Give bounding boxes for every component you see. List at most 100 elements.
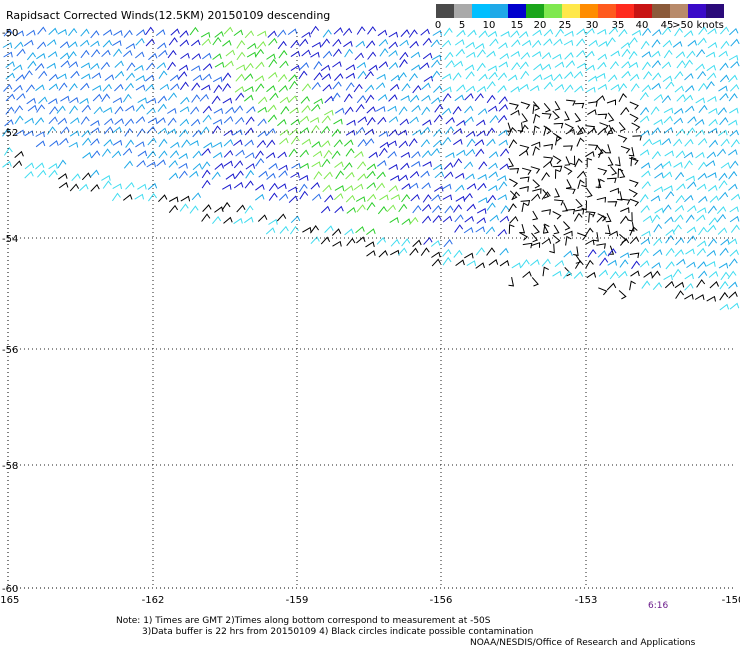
wind-barb bbox=[331, 150, 341, 159]
wind-barb bbox=[266, 53, 276, 60]
wind-barb bbox=[288, 195, 299, 203]
wind-barb bbox=[455, 172, 465, 179]
wind-barb bbox=[606, 99, 616, 106]
wind-barb bbox=[576, 28, 586, 35]
wind-barb bbox=[652, 28, 662, 37]
wind-barb bbox=[146, 97, 157, 104]
wind-barb bbox=[445, 59, 455, 68]
wind-barb bbox=[379, 194, 389, 201]
wind-barb bbox=[397, 72, 407, 81]
wind-barb bbox=[157, 42, 167, 50]
wind-barb bbox=[486, 94, 496, 104]
wind-barb bbox=[268, 37, 278, 46]
wind-barb bbox=[496, 175, 507, 181]
wind-barb bbox=[201, 213, 211, 222]
wind-barb bbox=[49, 106, 59, 115]
wind-barb bbox=[453, 158, 463, 167]
wind-barb bbox=[445, 126, 455, 135]
latitude-tick-label: -52 bbox=[2, 128, 18, 139]
wind-barb bbox=[640, 162, 651, 169]
wind-barb bbox=[68, 141, 79, 148]
wind-barb bbox=[664, 150, 674, 157]
wind-barb bbox=[90, 30, 100, 39]
wind-barb bbox=[299, 162, 310, 169]
wind-barb bbox=[135, 141, 145, 148]
wind-barb bbox=[673, 161, 683, 168]
wind-barb bbox=[114, 118, 124, 125]
wind-barb bbox=[178, 152, 188, 160]
wind-barb bbox=[234, 105, 244, 114]
wind-chart: Rapidsact Corrected Winds(12.5KM) 201501… bbox=[0, 0, 740, 650]
wind-barb bbox=[563, 145, 573, 151]
wind-barb bbox=[618, 290, 627, 300]
wind-barb bbox=[364, 84, 375, 93]
wind-barb bbox=[662, 171, 673, 179]
wind-barb bbox=[629, 222, 635, 232]
wind-barb bbox=[257, 96, 268, 104]
wind-barb bbox=[180, 52, 190, 60]
wind-barb bbox=[191, 94, 201, 103]
wind-barb bbox=[245, 152, 255, 159]
wind-barb bbox=[114, 83, 124, 92]
wind-barb bbox=[431, 59, 441, 68]
wind-barb bbox=[585, 239, 595, 246]
wind-barb bbox=[170, 83, 180, 91]
wind-barb bbox=[168, 204, 179, 214]
wind-barb bbox=[630, 83, 640, 92]
wind-barb bbox=[278, 85, 288, 93]
wind-barb bbox=[278, 49, 288, 59]
wind-barb bbox=[409, 116, 419, 124]
wind-barb bbox=[610, 50, 620, 57]
wind-barb bbox=[684, 59, 693, 69]
wind-barb bbox=[321, 115, 331, 124]
wind-barb bbox=[287, 186, 298, 193]
wind-barb bbox=[301, 49, 311, 57]
wind-barb bbox=[390, 74, 401, 82]
wind-barb bbox=[71, 173, 81, 182]
wind-barb bbox=[134, 51, 145, 59]
wind-barb bbox=[236, 40, 246, 49]
wind-barb bbox=[342, 27, 353, 36]
wind-barb bbox=[378, 61, 389, 69]
wind-barb bbox=[663, 107, 674, 114]
wind-barb bbox=[357, 70, 367, 79]
wind-barb bbox=[159, 83, 170, 91]
wind-barb bbox=[442, 215, 453, 223]
wind-barb bbox=[675, 237, 685, 246]
wind-barb bbox=[104, 117, 114, 126]
wind-barb bbox=[474, 139, 485, 147]
wind-barb bbox=[718, 191, 729, 200]
wind-barb bbox=[444, 51, 454, 61]
wind-barb bbox=[695, 129, 705, 137]
wind-barb bbox=[122, 193, 133, 201]
wind-barb bbox=[212, 36, 222, 46]
wind-barb bbox=[324, 194, 334, 203]
wind-barb bbox=[214, 30, 224, 38]
wind-barb bbox=[729, 302, 740, 310]
wind-barb bbox=[388, 62, 399, 70]
wind-barb bbox=[355, 226, 365, 234]
wind-barb bbox=[212, 141, 223, 148]
wind-barb bbox=[696, 214, 706, 222]
wind-barb bbox=[278, 170, 288, 178]
wind-barb bbox=[201, 148, 211, 156]
wind-barb bbox=[607, 248, 617, 257]
wind-barb bbox=[59, 52, 70, 60]
wind-barb bbox=[400, 162, 410, 170]
wind-barb bbox=[452, 106, 462, 115]
wind-barb bbox=[444, 205, 454, 214]
wind-barb bbox=[244, 139, 254, 147]
wind-barb bbox=[697, 240, 707, 248]
wind-barb bbox=[708, 217, 718, 226]
wind-barb bbox=[245, 169, 255, 179]
wind-barb bbox=[685, 175, 695, 182]
wind-barb bbox=[290, 64, 301, 72]
wind-barb bbox=[189, 205, 199, 214]
wind-barb bbox=[290, 40, 300, 49]
wind-barb bbox=[530, 166, 541, 174]
wind-barb bbox=[420, 28, 430, 36]
wind-barb bbox=[620, 42, 631, 49]
wind-barb bbox=[332, 61, 342, 68]
wind-barb bbox=[651, 214, 661, 223]
wind-barb bbox=[125, 43, 136, 50]
